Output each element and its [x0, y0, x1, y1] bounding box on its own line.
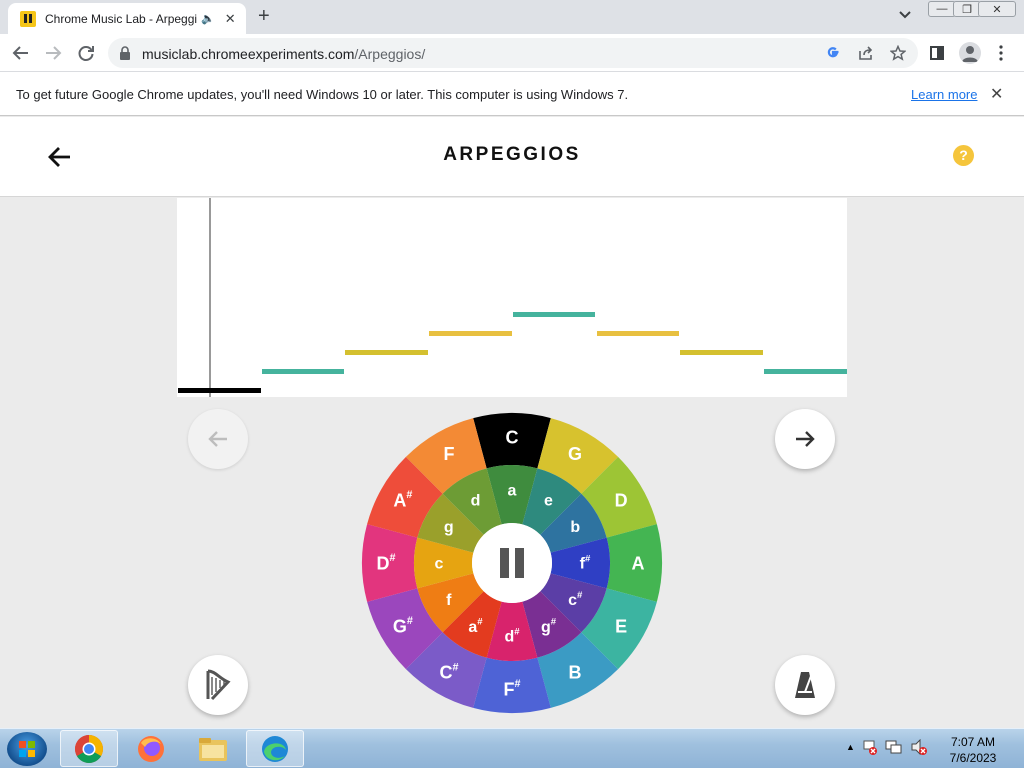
clock-time: 7:07 AM	[950, 735, 996, 749]
chrome-menu-icon[interactable]	[999, 45, 1003, 61]
infobar-message: To get future Google Chrome updates, you…	[16, 87, 629, 102]
window-close-button[interactable]: ✕	[978, 1, 1016, 17]
minor-key-label: d	[471, 492, 481, 509]
instrument-button[interactable]	[188, 655, 248, 715]
volume-muted-icon[interactable]	[910, 739, 928, 755]
profile-icon	[962, 46, 978, 62]
major-key-label: E	[615, 616, 627, 636]
tab-search-chevron-icon[interactable]	[898, 8, 912, 22]
system-tray: ▲	[846, 739, 928, 755]
taskbar-explorer[interactable]	[184, 730, 242, 767]
minor-key-label: g	[444, 519, 454, 536]
start-button[interactable]	[7, 732, 47, 766]
major-key-C[interactable]: C	[473, 413, 551, 469]
app-header: ARPEGGIOS ?	[0, 117, 1024, 197]
infobar-close-icon[interactable]: ✕	[990, 84, 1003, 104]
taskbar-edge[interactable]	[246, 730, 304, 767]
music-lab-favicon-icon	[20, 10, 36, 27]
google-icon[interactable]	[826, 46, 840, 60]
restore-button[interactable]: ❐	[953, 1, 981, 17]
reload-icon	[78, 46, 94, 61]
minimize-button[interactable]: —	[928, 1, 956, 17]
update-infobar: To get future Google Chrome updates, you…	[0, 71, 1024, 116]
system-clock[interactable]: 7:07 AM 7/6/2023	[936, 734, 1010, 766]
next-pattern-button[interactable]	[775, 409, 835, 469]
major-key-F-sharp[interactable]: F#	[473, 657, 551, 713]
browser-tab[interactable]: Chrome Music Lab - Arpeggios 🔈 ✕	[8, 3, 246, 34]
reload-button[interactable]	[75, 42, 97, 64]
clock-date: 7/6/2023	[949, 751, 997, 765]
taskbar: ▲ 7:07 AM 7/6/2023	[0, 728, 1024, 768]
metronome-icon	[795, 672, 815, 698]
star-icon[interactable]	[890, 45, 906, 61]
url-host: musiclab.chromeexperiments.com	[142, 46, 355, 62]
major-key-label: C	[506, 427, 519, 447]
roll-note	[596, 331, 680, 336]
taskbar-firefox[interactable]	[122, 730, 180, 767]
firefox-icon	[138, 735, 164, 762]
major-key-label: B	[569, 662, 582, 682]
roll-note	[178, 388, 261, 393]
major-key-label: D	[615, 490, 628, 510]
playhead	[209, 198, 211, 397]
action-center-icon[interactable]	[862, 739, 878, 755]
file-explorer-icon	[199, 737, 227, 761]
close-tab-icon[interactable]: ✕	[225, 11, 236, 27]
tab-strip: Chrome Music Lab - Arpeggios 🔈 ✕ + — ❐ ✕	[0, 0, 1024, 34]
address-bar[interactable]: musiclab.chromeexperiments.com/Arpeggios…	[108, 38, 918, 68]
major-key-label: A	[632, 553, 645, 573]
major-key-D-sharp[interactable]: D#	[362, 524, 418, 602]
major-key-label: F	[444, 444, 455, 464]
arpeggio-roll	[177, 198, 847, 397]
browser-toolbar: musiclab.chromeexperiments.com/Arpeggios…	[0, 34, 1024, 71]
page-title: ARPEGGIOS	[443, 144, 581, 165]
roll-note	[429, 331, 512, 336]
minor-key-label: c	[435, 556, 444, 573]
minor-key-label: a	[508, 483, 517, 500]
forward-icon	[46, 46, 62, 60]
roll-note	[763, 369, 847, 374]
lock-icon[interactable]	[119, 46, 131, 60]
back-icon	[12, 46, 28, 60]
tempo-button[interactable]	[775, 655, 835, 715]
taskbar-chrome[interactable]	[60, 730, 118, 767]
harp-icon	[206, 669, 231, 701]
url-text: musiclab.chromeexperiments.com/Arpeggios…	[142, 46, 425, 62]
windows-logo-icon	[19, 741, 35, 757]
new-tab-button[interactable]: +	[258, 6, 270, 26]
pause-bar	[500, 548, 509, 578]
network-icon[interactable]	[885, 739, 903, 755]
show-hidden-icons-icon[interactable]: ▲	[846, 742, 855, 752]
url-path: /Arpeggios/	[354, 46, 426, 62]
speaker-icon[interactable]: 🔈	[201, 12, 215, 25]
help-button[interactable]: ?	[953, 145, 974, 166]
arrow-left-icon	[208, 431, 227, 447]
back-button[interactable]	[10, 42, 32, 64]
pause-bar	[515, 548, 524, 578]
share-icon[interactable]	[858, 46, 874, 60]
learn-more-link[interactable]: Learn more	[911, 87, 977, 102]
chrome-icon	[75, 734, 103, 763]
roll-note	[345, 350, 429, 355]
edge-icon	[262, 735, 288, 762]
minor-key-label: b	[570, 519, 580, 536]
roll-note	[261, 369, 345, 374]
minor-key-label: e	[544, 492, 553, 509]
tab-title: Chrome Music Lab - Arpeggios	[45, 11, 197, 26]
forward-button[interactable]	[42, 42, 64, 64]
chord-wheel: CGDAEBF#C#G#D#A#Faebf#c#g#d#a#fcgd	[362, 413, 662, 713]
pause-button[interactable]	[472, 523, 552, 603]
arrow-right-icon	[796, 431, 815, 447]
side-panel-icon[interactable]	[930, 46, 944, 60]
play-pause-circle[interactable]	[472, 523, 552, 603]
major-key-A[interactable]: A	[606, 524, 662, 602]
profile-avatar[interactable]	[959, 42, 981, 64]
previous-pattern-button[interactable]	[188, 409, 248, 469]
roll-note	[512, 312, 596, 317]
minor-key-label: f	[446, 592, 452, 609]
roll-note	[680, 350, 763, 355]
major-key-label: G	[568, 444, 582, 464]
